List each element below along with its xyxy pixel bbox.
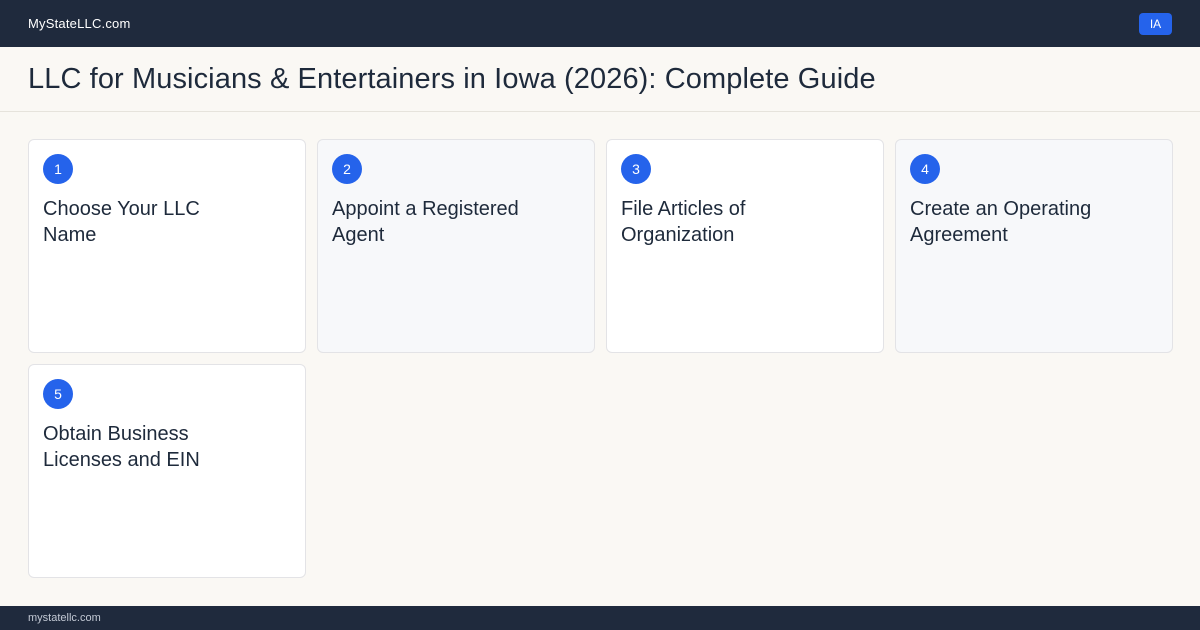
step-title: Appoint a Registered Agent [332,198,519,246]
step-number-badge: 1 [43,154,73,184]
step-title: Obtain Business Licenses and EIN [43,423,200,471]
steps-grid: 1 Choose Your LLC Name 2 Appoint a Regis… [28,139,1173,578]
state-badge[interactable]: IA [1139,12,1172,35]
step-card-3[interactable]: 3 File Articles of Organization [606,139,884,353]
footer-domain[interactable]: mystatellc.com [28,612,101,624]
step-card-5[interactable]: 5 Obtain Business Licenses and EIN [28,364,306,578]
step-number-badge: 4 [910,154,940,184]
step-number-badge: 5 [43,379,73,409]
step-title: Choose Your LLC Name [43,198,200,246]
step-number-badge: 3 [621,154,651,184]
step-card-1[interactable]: 1 Choose Your LLC Name [28,139,306,353]
page-title: LLC for Musicians & Entertainers in Iowa… [28,62,876,95]
step-card-2[interactable]: 2 Appoint a Registered Agent [317,139,595,353]
title-section: LLC for Musicians & Entertainers in Iowa… [0,47,1200,112]
footer-bar: mystatellc.com [0,606,1200,630]
step-number-badge: 2 [332,154,362,184]
step-card-4[interactable]: 4 Create an Operating Agreement [895,139,1173,353]
step-title: Create an Operating Agreement [910,198,1092,246]
top-nav-bar: MyStateLLC.com IA [0,0,1200,47]
step-title: File Articles of Organization [621,198,746,246]
site-logo-text[interactable]: MyStateLLC.com [28,16,131,31]
